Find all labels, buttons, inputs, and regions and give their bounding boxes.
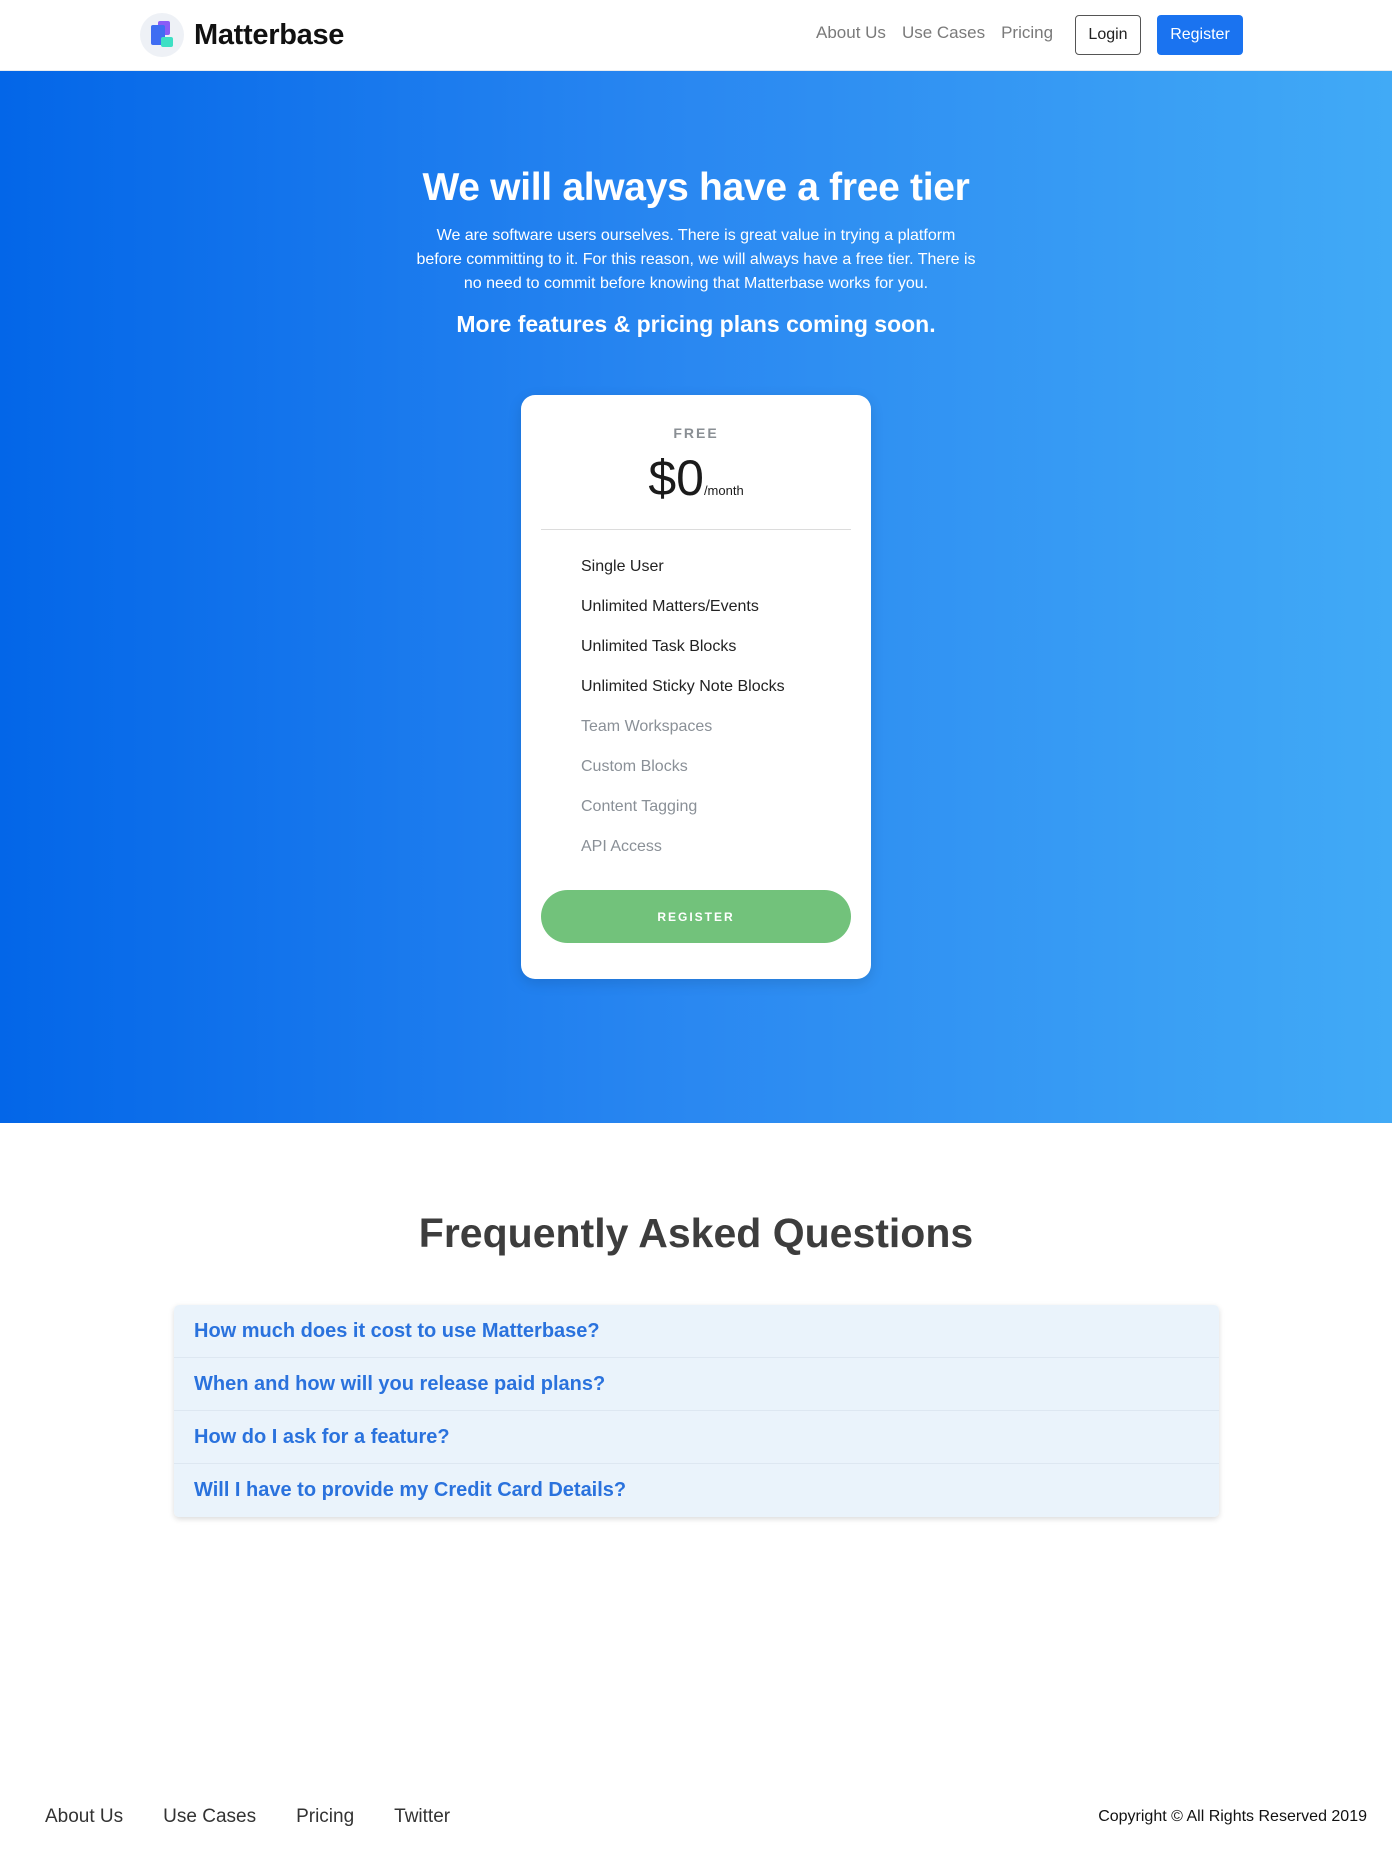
nav-link-pricing[interactable]: Pricing [1001, 23, 1053, 43]
card-divider [541, 529, 851, 530]
faq-question[interactable]: When and how will you release paid plans… [174, 1358, 1219, 1411]
footer-link-use-cases[interactable]: Use Cases [163, 1806, 256, 1828]
feature-item: Unlimited Matters/Events [581, 598, 759, 615]
navbar: Matterbase About Us Use Cases Pricing Lo… [0, 0, 1392, 71]
price-period: /month [703, 483, 744, 498]
plan-register-button[interactable]: REGISTER [541, 890, 851, 943]
faq-title: Frequently Asked Questions [418, 1210, 974, 1256]
pricing-hero: We will always have a free tier We are s… [0, 71, 1392, 1123]
copyright: Copyright © All Rights Reserved 2019 [1098, 1808, 1367, 1825]
brand[interactable]: Matterbase [140, 12, 344, 58]
faq-question[interactable]: How do I ask for a feature? [174, 1411, 1219, 1464]
matterbase-logo-icon [140, 13, 184, 57]
feature-item-disabled: API Access [581, 838, 662, 855]
login-button[interactable]: Login [1075, 15, 1141, 55]
faq-accordion: How much does it cost to use Matterbase?… [174, 1305, 1219, 1517]
price-amount: $0 [648, 450, 704, 506]
feature-item: Unlimited Sticky Note Blocks [581, 678, 785, 695]
pricing-card-free: FREE $0/month Single User Unlimited Matt… [521, 395, 871, 979]
feature-item-disabled: Team Workspaces [581, 718, 713, 735]
footer-link-twitter[interactable]: Twitter [394, 1806, 450, 1828]
hero-title: We will always have a free tier [422, 166, 970, 209]
footer-links: About Us Use Cases Pricing Twitter [45, 1806, 450, 1828]
nav-link-use-cases[interactable]: Use Cases [902, 23, 985, 43]
faq-question[interactable]: Will I have to provide my Credit Card De… [174, 1464, 1219, 1517]
feature-item-disabled: Content Tagging [581, 798, 698, 815]
tier-name: FREE [673, 425, 719, 441]
brand-name: Matterbase [194, 18, 345, 51]
feature-list: Single User Unlimited Matters/Events Unl… [581, 547, 785, 867]
faq-question[interactable]: How much does it cost to use Matterbase? [174, 1305, 1219, 1358]
feature-item: Single User [581, 558, 664, 575]
nav-link-about-us[interactable]: About Us [816, 23, 886, 43]
hero-description: We are software users ourselves. There i… [416, 227, 976, 292]
nav-links: About Us Use Cases Pricing [816, 23, 1053, 43]
footer-link-pricing[interactable]: Pricing [296, 1806, 354, 1828]
register-button[interactable]: Register [1157, 15, 1243, 55]
footer-link-about-us[interactable]: About Us [45, 1806, 123, 1828]
hero-subtitle: More features & pricing plans coming soo… [456, 311, 936, 337]
price: $0/month [521, 449, 871, 507]
feature-item-disabled: Custom Blocks [581, 758, 688, 775]
feature-item: Unlimited Task Blocks [581, 638, 737, 655]
